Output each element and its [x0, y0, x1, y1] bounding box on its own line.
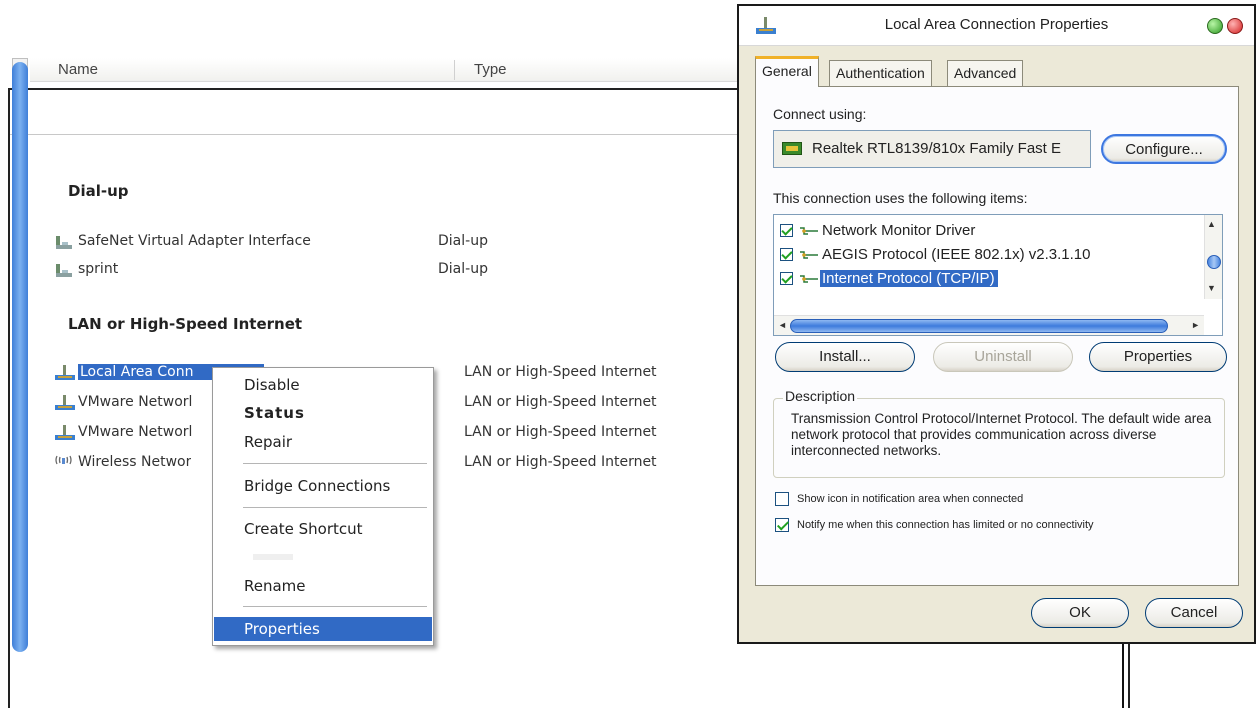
dialog-title: Local Area Connection Properties [884, 16, 1109, 33]
item-label: Network Monitor Driver [822, 222, 976, 239]
connection-type: LAN or High-Speed Internet [464, 424, 657, 440]
scroll-down-arrow[interactable]: ▼ [1207, 283, 1216, 293]
configure-button[interactable]: Configure... [1101, 134, 1227, 164]
lan-connection-icon [55, 365, 75, 380]
menu-item-create-shortcut[interactable]: Create Shortcut [214, 517, 432, 541]
items-horizontal-scrollbar[interactable]: ◄ ► [774, 315, 1204, 335]
network-component-icon [800, 227, 818, 235]
group-title-dialup: Dial-up [68, 182, 129, 200]
tab-general[interactable]: General [755, 56, 819, 87]
items-label: This connection uses the following items… [773, 190, 1028, 206]
callout-line [1122, 644, 1124, 708]
notify-label: Notify me when this connection has limit… [797, 519, 1094, 531]
connection-type: LAN or High-Speed Internet [464, 364, 657, 380]
menu-item-rename[interactable]: Rename [214, 574, 432, 598]
install-button[interactable]: Install... [775, 342, 915, 372]
scroll-right-arrow[interactable]: ► [1191, 320, 1200, 330]
menu-item-disabled-placeholder [253, 554, 293, 560]
dialup-connection-icon [56, 264, 72, 277]
menu-item-repair[interactable]: Repair [214, 430, 432, 454]
dialup-connection-icon [56, 236, 72, 249]
wireless-connection-icon [55, 455, 72, 465]
context-menu: Disable Status Repair Bridge Connections… [212, 367, 434, 646]
scroll-left-arrow[interactable]: ◄ [778, 320, 787, 330]
lan-connection-icon [55, 395, 75, 410]
connection-name: VMware Networl [78, 394, 193, 410]
connection-name: Wireless Networ [78, 454, 192, 470]
connection-type: LAN or High-Speed Internet [464, 454, 657, 470]
scroll-up-arrow[interactable]: ▲ [1207, 219, 1216, 229]
menu-item-properties[interactable]: Properties [214, 617, 432, 641]
connection-name: VMware Networl [78, 424, 193, 440]
vertical-scrollbar[interactable] [12, 62, 28, 652]
connection-type: Dial-up [438, 233, 488, 249]
tab-authentication[interactable]: Authentication [829, 60, 932, 86]
local-area-connection-properties-dialog: Local Area Connection Properties General… [737, 4, 1256, 644]
column-name[interactable]: Name [58, 61, 98, 78]
scroll-thumb[interactable] [790, 319, 1168, 333]
ok-button[interactable]: OK [1031, 598, 1129, 628]
cancel-button[interactable]: Cancel [1145, 598, 1243, 628]
list-item[interactable]: SafeNet Virtual Adapter Interface Dial-u… [54, 232, 714, 252]
menu-separator [243, 463, 427, 464]
item-checkbox[interactable] [780, 224, 793, 237]
column-type[interactable]: Type [474, 61, 507, 78]
item-checkbox[interactable] [780, 272, 793, 285]
connection-name: sprint [78, 261, 119, 277]
item-label: Internet Protocol (TCP/IP) [820, 270, 998, 287]
menu-item-status[interactable]: Status [214, 401, 432, 425]
scroll-thumb[interactable] [1207, 255, 1221, 269]
group-title-lan: LAN or High-Speed Internet [68, 315, 303, 333]
menu-separator [243, 507, 427, 508]
network-card-icon [782, 142, 802, 155]
adapter-name: Realtek RTL8139/810x Family Fast E [812, 140, 1062, 157]
connect-using-label: Connect using: [773, 106, 867, 122]
close-button[interactable] [1227, 18, 1243, 34]
uninstall-button[interactable]: Uninstall [933, 342, 1073, 372]
item-label: AEGIS Protocol (IEEE 802.1x) v2.3.1.10 [822, 246, 1091, 263]
tab-advanced[interactable]: Advanced [947, 60, 1024, 86]
connection-items-list[interactable]: Network Monitor Driver AEGIS Protocol (I… [773, 214, 1223, 336]
show-icon-checkbox[interactable] [775, 492, 789, 506]
menu-separator [243, 606, 427, 607]
network-component-icon [800, 275, 818, 283]
description-legend: Description [783, 388, 858, 404]
minimize-button[interactable] [1207, 18, 1223, 34]
adapter-field: Realtek RTL8139/810x Family Fast E [773, 130, 1091, 168]
connection-type: Dial-up [438, 261, 488, 277]
menu-item-bridge-connections[interactable]: Bridge Connections [214, 474, 432, 498]
show-icon-label: Show icon in notification area when conn… [797, 493, 1024, 505]
properties-button[interactable]: Properties [1089, 342, 1227, 372]
description-text: Transmission Control Protocol/Internet P… [791, 411, 1212, 458]
item-checkbox[interactable] [780, 248, 793, 261]
connection-name: SafeNet Virtual Adapter Interface [78, 233, 311, 249]
dialog-title-bar[interactable]: Local Area Connection Properties [739, 6, 1254, 46]
connection-type: LAN or High-Speed Internet [464, 394, 657, 410]
notify-checkbox[interactable] [775, 518, 789, 532]
list-item[interactable]: sprint Dial-up [54, 260, 714, 280]
menu-item-disable[interactable]: Disable [214, 373, 432, 397]
items-vertical-scrollbar[interactable]: ▲ ▼ [1204, 215, 1222, 299]
network-component-icon [800, 251, 818, 259]
column-separator[interactable] [454, 60, 455, 80]
lan-connection-icon [55, 425, 75, 440]
